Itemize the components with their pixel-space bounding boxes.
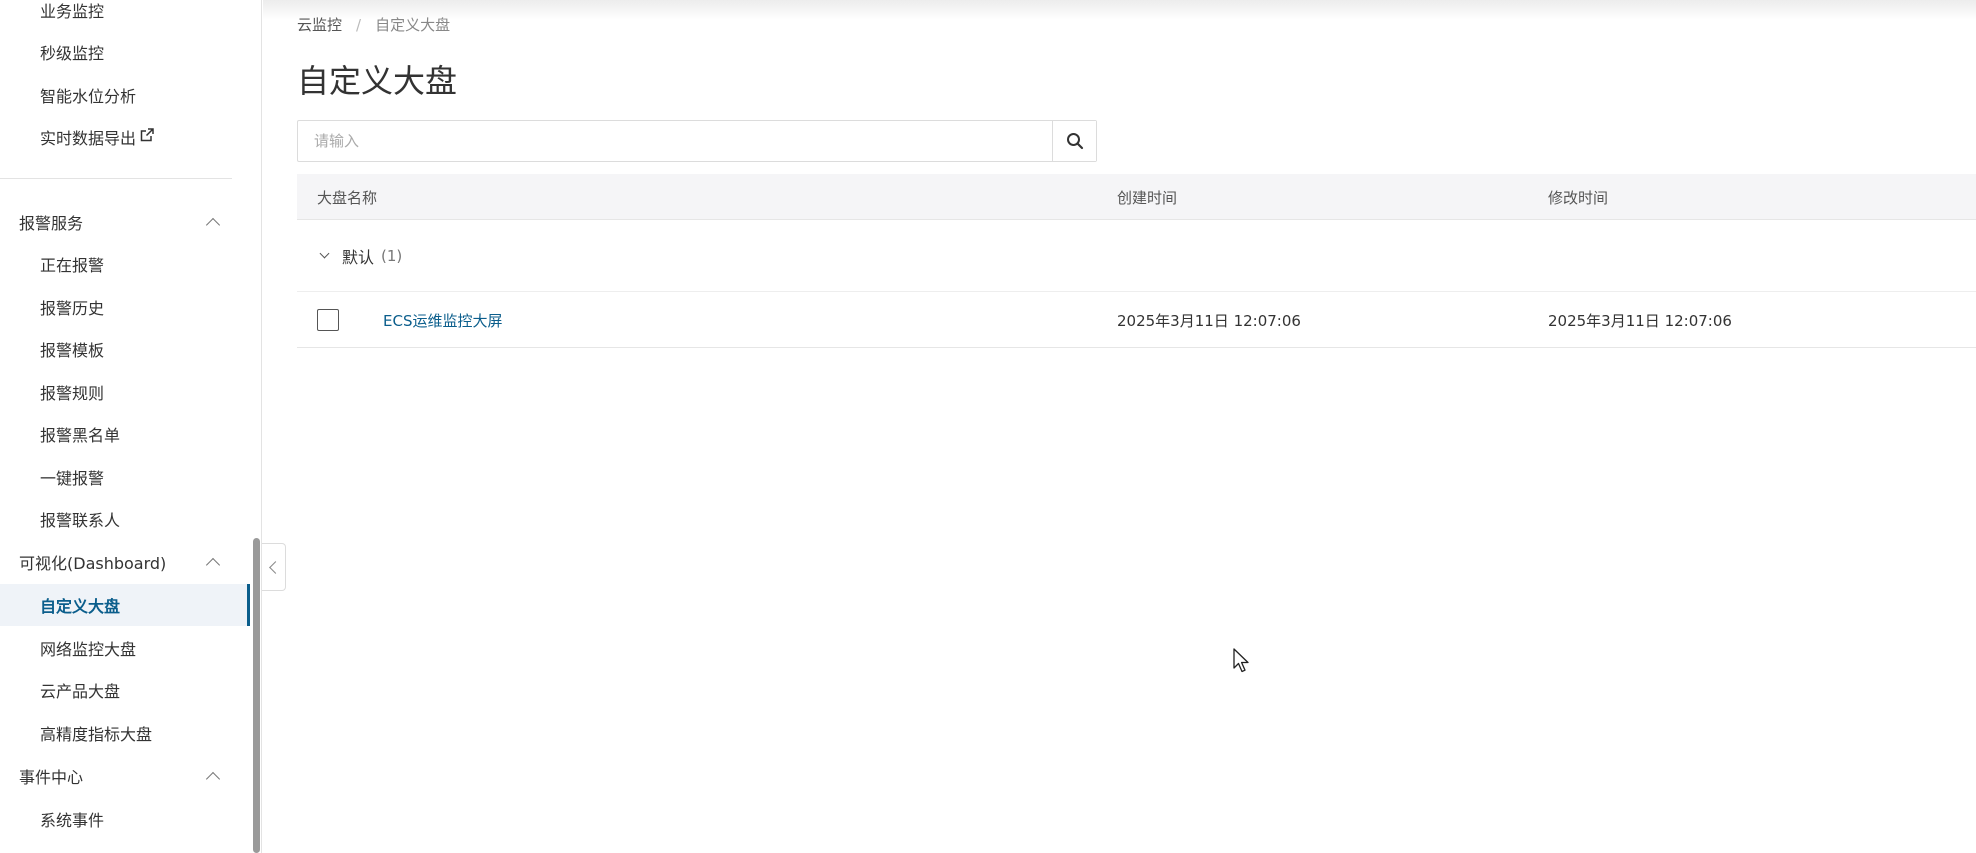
sidebar-item-alarm-rules[interactable]: 报警规则 xyxy=(0,371,250,413)
chevron-up-icon xyxy=(205,771,221,787)
sidebar-group-alarm-service[interactable]: 报警服务 xyxy=(0,201,250,243)
sidebar-item-alarm-contacts[interactable]: 报警联系人 xyxy=(0,498,250,540)
sidebar-group-event-center[interactable]: 事件中心 xyxy=(0,755,250,797)
search-input[interactable] xyxy=(298,121,1052,161)
sidebar-item-cloud-product-dashboard[interactable]: 云产品大盘 xyxy=(0,669,250,711)
search-box xyxy=(297,120,1097,162)
breadcrumb-root-link[interactable]: 云监控 xyxy=(297,14,342,35)
column-header-created: 创建时间 xyxy=(1117,188,1178,207)
row-name-cell: ECS运维监控大屏 xyxy=(383,292,502,348)
chevron-up-icon xyxy=(205,557,221,573)
sidebar-item-water-level-analysis[interactable]: 智能水位分析 xyxy=(0,74,250,116)
dashboard-table: 大盘名称 创建时间 修改时间 默认 (1) ECS运维监控大屏 2025年3月1… xyxy=(297,174,1976,348)
sidebar-item-alarm-templates[interactable]: 报警模板 xyxy=(0,328,250,370)
sidebar-item-high-precision-dashboard[interactable]: 高精度指标大盘 xyxy=(0,712,250,754)
column-header-modified: 修改时间 xyxy=(1548,188,1609,207)
sidebar-item-custom-dashboard[interactable]: 自定义大盘 xyxy=(0,584,250,626)
sidebar-item-label: 报警联系人 xyxy=(40,511,121,530)
external-link-icon xyxy=(139,127,155,147)
sidebar-item-business-monitor[interactable]: 业务监控 xyxy=(0,0,250,31)
sidebar-item-label: 报警历史 xyxy=(40,299,105,318)
sidebar-item-label: 网络监控大盘 xyxy=(40,640,137,659)
table-group-row[interactable]: 默认 (1) xyxy=(297,220,1976,292)
sidebar-item-label: 秒级监控 xyxy=(40,44,105,63)
sidebar-group-dashboard[interactable]: 可视化(Dashboard) xyxy=(0,541,250,583)
chevron-up-icon xyxy=(205,217,221,233)
sidebar-item-label: 系统事件 xyxy=(40,811,105,830)
mouse-cursor-icon xyxy=(1233,648,1251,678)
sidebar-item-label: 业务监控 xyxy=(40,2,105,21)
main-content: 云监控 / 自定义大盘 自定义大盘 大盘名称 创建时间 修改时间 默认 xyxy=(263,0,1976,853)
column-header-name: 大盘名称 xyxy=(317,188,378,207)
sidebar-item-alarm-blacklist[interactable]: 报警黑名单 xyxy=(0,413,250,455)
sidebar-item-label: 自定义大盘 xyxy=(40,597,121,616)
row-created-cell: 2025年3月11日 12:07:06 xyxy=(1117,311,1301,330)
sidebar-item-alarm-history[interactable]: 报警历史 xyxy=(0,286,250,328)
dashboard-name-link[interactable]: ECS运维监控大屏 xyxy=(383,310,502,331)
sidebar-item-label: 报警规则 xyxy=(40,384,105,403)
page-title: 自定义大盘 xyxy=(297,62,458,100)
sidebar-item-label: 报警模板 xyxy=(40,341,105,360)
group-count: (1) xyxy=(381,246,403,265)
search-button[interactable] xyxy=(1052,121,1096,161)
sidebar-item-label: 云产品大盘 xyxy=(40,682,121,701)
table-row: ECS运维监控大屏 2025年3月11日 12:07:06 2025年3月11日… xyxy=(297,292,1976,348)
sidebar-item-one-click-alarm[interactable]: 一键报警 xyxy=(0,456,250,498)
sidebar-item-realtime-data-export[interactable]: 实时数据导出 xyxy=(0,116,250,158)
sidebar-divider xyxy=(0,178,232,179)
sidebar-group-label: 事件中心 xyxy=(19,768,84,787)
sidebar-item-network-dashboard[interactable]: 网络监控大盘 xyxy=(0,627,250,669)
app-window: 业务监控 秒级监控 智能水位分析 实时数据导出 报警服务 正在报警 报警历史 报… xyxy=(0,0,1976,853)
sidebar-item-second-level-monitor[interactable]: 秒级监控 xyxy=(0,31,250,73)
row-checkbox[interactable] xyxy=(317,309,339,331)
sidebar-group-label: 可视化(Dashboard) xyxy=(19,554,167,573)
group-name: 默认 xyxy=(342,247,375,267)
sidebar-scrollbar-thumb[interactable] xyxy=(253,538,260,853)
sidebar-item-system-events[interactable]: 系统事件 xyxy=(0,798,250,840)
top-shadow xyxy=(263,0,1976,20)
search-icon xyxy=(1066,133,1083,150)
table-header: 大盘名称 创建时间 修改时间 xyxy=(297,174,1976,220)
sidebar-item-label: 高精度指标大盘 xyxy=(40,725,153,744)
sidebar-item-label: 智能水位分析 xyxy=(40,87,137,106)
sidebar-item-label: 正在报警 xyxy=(40,256,105,275)
sidebar-group-label: 报警服务 xyxy=(19,214,84,233)
sidebar: 业务监控 秒级监控 智能水位分析 实时数据导出 报警服务 正在报警 报警历史 报… xyxy=(0,0,262,853)
breadcrumb: 云监控 / 自定义大盘 xyxy=(297,14,450,35)
chevron-down-icon xyxy=(319,248,330,259)
sidebar-item-label: 一键报警 xyxy=(40,469,105,488)
row-modified-cell: 2025年3月11日 12:07:06 xyxy=(1548,311,1732,330)
row-select-cell xyxy=(317,292,339,348)
breadcrumb-separator: / xyxy=(356,15,362,34)
sidebar-item-label: 实时数据导出 xyxy=(40,129,137,148)
sidebar-item-label: 报警黑名单 xyxy=(40,426,121,445)
sidebar-item-active-alarms[interactable]: 正在报警 xyxy=(0,243,250,285)
breadcrumb-current: 自定义大盘 xyxy=(375,16,451,34)
